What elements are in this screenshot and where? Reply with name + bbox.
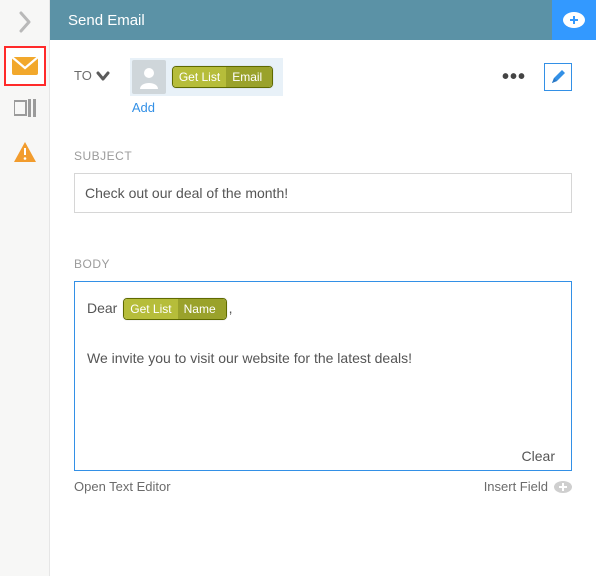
main: Send Email TO Get List — [50, 0, 596, 576]
chip-part-source: Get List — [173, 67, 226, 87]
sidebar-item-email[interactable] — [4, 46, 46, 86]
sidebar — [0, 0, 50, 576]
plus-bubble-icon — [563, 12, 585, 28]
to-label: TO — [74, 68, 92, 83]
panel-title: Send Email — [50, 12, 145, 29]
chip-body-name: Get List Name — [123, 298, 226, 320]
body-greeting-suffix: , — [229, 300, 233, 316]
body-greeting: Dear — [87, 300, 117, 316]
columns-icon — [14, 99, 36, 117]
envelope-icon — [12, 57, 38, 75]
chip-part-field: Email — [226, 67, 268, 87]
chip-to-email: Get List Email — [172, 66, 273, 88]
warning-icon — [13, 141, 37, 163]
open-text-editor-link[interactable]: Open Text Editor — [74, 479, 171, 494]
sidebar-collapse[interactable] — [0, 0, 50, 44]
body-editor[interactable]: Dear Get List Name , We invite you to vi… — [74, 281, 572, 471]
header-add-button[interactable] — [552, 0, 596, 40]
chip-part-source: Get List — [124, 299, 177, 319]
subject-input[interactable] — [74, 173, 572, 213]
sidebar-item-warnings[interactable] — [0, 130, 50, 174]
to-section: TO Get List Email ••• — [74, 58, 572, 115]
to-more-menu[interactable]: ••• — [291, 66, 536, 89]
chevron-right-icon — [18, 11, 32, 33]
body-paragraph: We invite you to visit our website for t… — [87, 350, 412, 366]
body-label: BODY — [74, 257, 572, 271]
subject-label: SUBJECT — [74, 149, 572, 163]
insert-field-icon — [554, 481, 572, 493]
body-footer-row: Open Text Editor Insert Field — [74, 479, 572, 494]
panel-header: Send Email — [50, 0, 596, 40]
chip-part-field: Name — [178, 299, 222, 319]
to-label-row[interactable]: TO — [74, 58, 110, 83]
to-add-link[interactable]: Add — [132, 100, 572, 115]
body-text: Dear Get List Name , We invite you to vi… — [87, 296, 559, 372]
sidebar-item-layout[interactable] — [0, 86, 50, 130]
to-edit-button[interactable] — [544, 63, 572, 91]
chevron-down-icon — [96, 71, 110, 81]
insert-field-link[interactable]: Insert Field — [484, 479, 548, 494]
body-clear-button[interactable]: Clear — [522, 448, 555, 464]
to-contact-chip[interactable]: Get List Email — [130, 58, 283, 96]
avatar-icon — [132, 60, 166, 94]
pencil-icon — [550, 69, 566, 85]
